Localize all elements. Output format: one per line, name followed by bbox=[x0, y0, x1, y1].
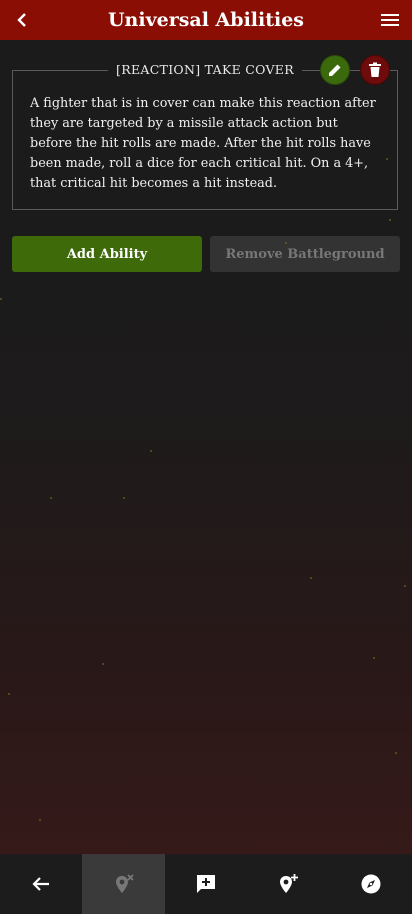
chevron-left-icon bbox=[17, 13, 26, 27]
page-title: Universal Abilities bbox=[107, 9, 305, 31]
background-speck bbox=[373, 657, 375, 659]
nav-add-comment-button[interactable] bbox=[165, 854, 247, 914]
background-speck bbox=[8, 693, 10, 695]
add-location-icon bbox=[280, 874, 299, 893]
bottom-nav bbox=[0, 854, 412, 914]
nav-remove-location-button[interactable] bbox=[82, 854, 165, 914]
delete-ability-button[interactable] bbox=[360, 55, 390, 85]
nav-back-button[interactable] bbox=[0, 854, 82, 914]
background-speck bbox=[102, 663, 104, 665]
background-speck bbox=[386, 158, 388, 160]
background-speck bbox=[39, 819, 41, 821]
edit-ability-button[interactable] bbox=[320, 55, 350, 85]
hamburger-icon bbox=[381, 14, 399, 26]
header-bar: Universal Abilities bbox=[0, 0, 412, 40]
trash-icon bbox=[369, 62, 381, 77]
add-ability-button[interactable]: Add Ability bbox=[12, 236, 202, 272]
background-speck bbox=[310, 577, 312, 579]
menu-button[interactable] bbox=[376, 6, 404, 34]
back-arrow-icon bbox=[32, 877, 50, 891]
background-speck bbox=[50, 497, 52, 499]
pencil-icon bbox=[329, 64, 341, 76]
remove-battleground-button[interactable]: Remove Battleground bbox=[210, 236, 400, 272]
add-comment-icon bbox=[196, 875, 215, 893]
background-speck bbox=[389, 219, 391, 221]
background-speck bbox=[404, 585, 406, 587]
ability-card: [REACTION] TAKE COVER A fighter that is … bbox=[12, 62, 398, 210]
background-speck bbox=[150, 450, 152, 452]
background-speck bbox=[0, 298, 2, 300]
background-speck bbox=[395, 752, 397, 754]
nav-add-location-button[interactable] bbox=[247, 854, 329, 914]
ability-title: [REACTION] TAKE COVER bbox=[108, 62, 302, 77]
remove-location-icon bbox=[115, 874, 134, 893]
nav-explore-button[interactable] bbox=[330, 854, 412, 914]
background-speck bbox=[285, 242, 287, 244]
ability-description: A fighter that is in cover can make this… bbox=[30, 96, 376, 191]
back-button[interactable] bbox=[8, 6, 36, 34]
compass-icon bbox=[361, 874, 381, 894]
background-speck bbox=[123, 497, 125, 499]
